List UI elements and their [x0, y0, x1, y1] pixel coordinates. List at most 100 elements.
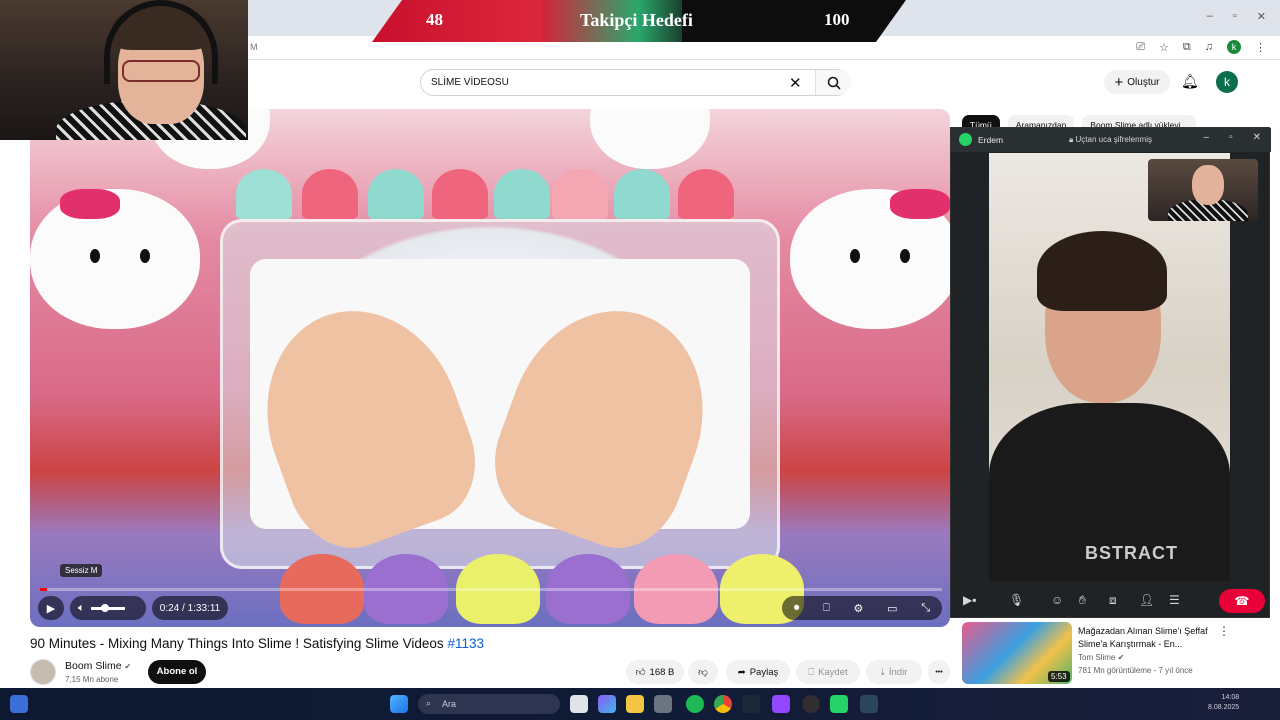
search-input[interactable]: SLİME VİDEOSU ✕	[420, 69, 851, 96]
add-person-icon[interactable]: 👤︎	[1139, 593, 1154, 607]
widgets-icon[interactable]	[10, 695, 28, 713]
play-icon[interactable]: ▶	[47, 602, 55, 615]
app-icon[interactable]	[654, 695, 672, 713]
cupcake-toy	[494, 169, 550, 219]
volume-slider[interactable]	[90, 603, 125, 612]
channel-avatar[interactable]	[30, 659, 56, 685]
autoplay-toggle-icon[interactable]: ⏺	[794, 602, 800, 615]
camera-icon[interactable]: ▶︎▪	[963, 593, 976, 607]
video-player[interactable]	[30, 109, 950, 627]
cupcake-toy	[614, 169, 670, 219]
recommendation-more-icon[interactable]: ⋮	[1218, 624, 1230, 638]
whatsapp-call-window: Erdem 🔒︎ Uçtan uca şifrelenmiş – ▫ ✕ BST…	[950, 127, 1271, 618]
media-icon[interactable]: ♫	[1205, 41, 1213, 53]
share-button[interactable]: ➦ Paylaş	[726, 660, 790, 684]
recommendation-channel[interactable]: Tom Slime ✔	[1078, 653, 1124, 662]
self-view-video[interactable]	[1148, 159, 1258, 221]
verified-icon: ✔	[1117, 653, 1125, 662]
profile-icon[interactable]: k	[1227, 40, 1241, 54]
create-button[interactable]: + Oluştur	[1104, 70, 1170, 94]
like-button[interactable]: 👍︎ 168 B	[626, 660, 684, 684]
search-icon: ⌕	[426, 698, 432, 708]
copilot-icon[interactable]	[598, 695, 616, 713]
search-button[interactable]	[815, 70, 851, 95]
lock-icon: 🔒︎	[1069, 135, 1074, 144]
whatsapp-logo-icon	[959, 133, 972, 146]
search-icon	[827, 76, 841, 90]
close-icon[interactable]: ✕	[1253, 132, 1261, 143]
whatsapp-window-controls: – ▫ ✕	[1204, 132, 1262, 143]
channel-subscribers: 7,15 Mn abone	[65, 675, 119, 684]
address-bar-icons: ⎚ ☆ ⧉ ♫ k ⋮	[1136, 40, 1266, 54]
encryption-label: 🔒︎ Uçtan uca şifrelenmiş	[1069, 135, 1152, 144]
search-query[interactable]: SLİME VİDEOSU	[431, 77, 509, 88]
task-view-icon[interactable]	[570, 695, 588, 713]
screen-share-icon[interactable]: ⧈	[1109, 593, 1117, 608]
mute-tooltip: Sessiz M	[60, 564, 103, 577]
cupcake-toy	[552, 169, 608, 219]
restore-icon[interactable]: ▫	[1229, 132, 1233, 143]
minimize-icon[interactable]: –	[1207, 10, 1213, 23]
star-icon[interactable]: ☆	[1159, 41, 1169, 54]
close-icon[interactable]: ✕	[1257, 10, 1266, 23]
settings-icon[interactable]: ⚙	[853, 602, 863, 615]
video-time: 0:24 / 1:33:11	[159, 602, 221, 614]
clear-search-icon[interactable]: ✕	[789, 74, 802, 92]
play-controls: ▶	[38, 596, 64, 620]
save-button[interactable]: ⎕ Kaydet	[796, 660, 860, 684]
video-progress-bar[interactable]	[40, 588, 942, 591]
exit-fullscreen-icon[interactable]: ⤡	[921, 602, 930, 615]
video-hashtag[interactable]: #1133	[447, 636, 484, 651]
headset	[104, 0, 218, 84]
dislike-button[interactable]: 👎︎	[688, 660, 718, 684]
restore-icon[interactable]: ▫	[1233, 10, 1237, 23]
address-text[interactable]: M	[250, 42, 258, 52]
windows-start-icon[interactable]	[390, 695, 408, 713]
thumbs-up-icon: 👍︎	[635, 667, 646, 678]
chrome-icon[interactable]	[714, 695, 732, 713]
verified-icon: ✔	[124, 662, 132, 671]
follower-goal-overlay: 48 Takipçi Hedefi 100	[372, 0, 906, 42]
notifications-bell-icon[interactable]: 🔔︎	[1181, 73, 1199, 90]
goal-title: Takipçi Hedefi	[580, 10, 693, 30]
right-player-controls: ⏺ ⎕ ⚙ ▭ ⤡	[782, 596, 942, 620]
steam-taskbar-icon[interactable]	[860, 695, 878, 713]
extensions-icon[interactable]: ⧉	[1183, 41, 1191, 54]
emoji-icon[interactable]: ☺	[1051, 593, 1063, 607]
volume-controls: 🔈︎	[70, 596, 146, 620]
raise-hand-icon[interactable]: ✋︎	[1079, 593, 1086, 608]
download-button[interactable]: ⤓ İndir	[866, 660, 922, 684]
volume-icon[interactable]: 🔈︎	[78, 602, 85, 615]
more-options-icon[interactable]: ☰	[1169, 593, 1180, 607]
video-title: 90 Minutes - Mixing Many Things Into Sli…	[30, 636, 484, 651]
share-icon: ➦	[737, 666, 746, 678]
end-call-button[interactable]: ☎	[1219, 589, 1265, 613]
minimize-icon[interactable]: –	[1204, 132, 1210, 143]
subscribe-button[interactable]: Abone ol	[148, 660, 206, 684]
file-explorer-icon[interactable]	[626, 695, 644, 713]
recommendation-title[interactable]: Mağazadan Alınan Slime'ı Şeffaf Slime'a …	[1078, 625, 1218, 651]
streamer-webcam	[0, 0, 248, 140]
channel-name[interactable]: Boom Slime ✔	[65, 660, 131, 672]
steam-icon[interactable]	[742, 695, 760, 713]
subtitles-icon[interactable]: ⎕	[823, 602, 830, 615]
volume-slider-handle[interactable]	[100, 603, 109, 612]
taskbar-clock[interactable]: 14:08 8.08.2025	[1208, 693, 1239, 713]
taskbar-search-placeholder: Ara	[442, 699, 457, 709]
youtube-avatar[interactable]: k	[1216, 71, 1238, 93]
more-actions-button[interactable]: •••	[928, 660, 950, 684]
person-hair	[1037, 231, 1167, 311]
taskbar-search[interactable]: ⌕ Ara	[418, 694, 560, 714]
spotify-icon[interactable]	[686, 695, 704, 713]
thumbs-down-icon: 👎︎	[698, 667, 708, 678]
window-controls: – ▫ ✕	[1207, 10, 1266, 23]
menu-icon[interactable]: ⋮	[1255, 41, 1266, 54]
theater-mode-icon[interactable]: ▭	[887, 602, 897, 615]
cupcake-toy	[302, 169, 358, 219]
obs-icon[interactable]	[802, 695, 820, 713]
twitch-icon[interactable]	[772, 695, 790, 713]
cast-icon[interactable]: ⎚	[1136, 41, 1145, 54]
microphone-icon[interactable]: 🎙︎	[1009, 593, 1024, 607]
recommendation-duration: 5:53	[1048, 671, 1070, 682]
whatsapp-taskbar-icon[interactable]	[830, 695, 848, 713]
